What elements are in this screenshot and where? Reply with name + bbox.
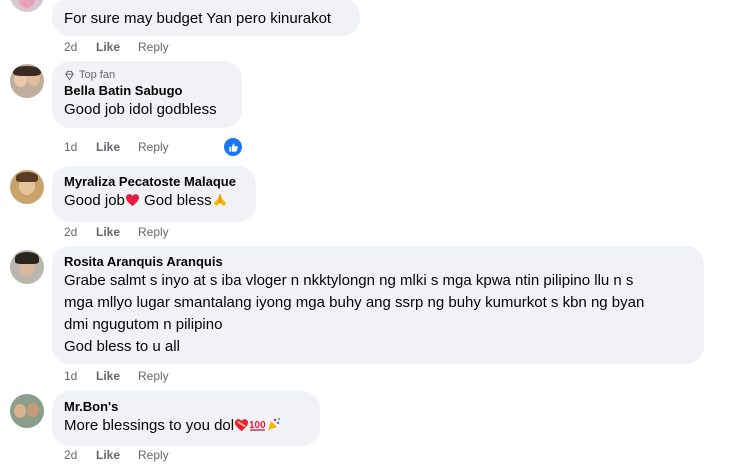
hundred-points-icon: 100 bbox=[249, 420, 266, 431]
comment-actions: 2d Like Reply bbox=[64, 447, 169, 463]
comment-text-part: God bless bbox=[139, 192, 212, 209]
red-heart-icon bbox=[125, 194, 139, 207]
comment-text-part: Good job bbox=[64, 192, 125, 209]
commenter-name[interactable]: Mr.Bon's bbox=[64, 398, 308, 415]
folded-hands-icon bbox=[213, 194, 226, 206]
comment-text-part: More blessings to you dol bbox=[64, 417, 235, 434]
comment-bubble: Mr.Bon's More blessings to you dol 100 bbox=[52, 391, 320, 446]
comment-bubble: Top fan Bella Batin Sabugo Good job idol… bbox=[52, 61, 242, 128]
reply-button[interactable]: Reply bbox=[138, 447, 169, 463]
commenter-name[interactable]: Rosita Aranquis Aranquis bbox=[64, 253, 692, 270]
avatar[interactable] bbox=[10, 64, 44, 98]
comment-text: Good job idol godbless bbox=[64, 101, 217, 118]
comment-timestamp[interactable]: 2d bbox=[64, 224, 96, 240]
like-button[interactable]: Like bbox=[96, 368, 138, 384]
comment-timestamp[interactable]: 2d bbox=[64, 447, 96, 463]
comment-text: Good job God bless bbox=[64, 190, 244, 212]
comment-text: Grabe salmt s inyo at s iba vloger n nkk… bbox=[64, 272, 645, 355]
comment-bubble: For sure may budget Yan pero kinurakot bbox=[52, 0, 360, 36]
comment-timestamp[interactable]: 1d bbox=[64, 368, 96, 384]
commenter-name[interactable]: Bella Batin Sabugo bbox=[64, 82, 230, 99]
comment-actions: 1d Like Reply bbox=[64, 139, 169, 155]
comment-bubble: Myraliza Pecatoste Malaque Good job God … bbox=[52, 166, 256, 222]
comment-timestamp[interactable]: 2d bbox=[64, 39, 96, 55]
reply-button[interactable]: Reply bbox=[138, 39, 169, 55]
comment-text: For sure may budget Yan pero kinurakot bbox=[64, 10, 332, 27]
avatar[interactable] bbox=[10, 394, 44, 428]
commenter-name[interactable]: Myraliza Pecatoste Malaque bbox=[64, 173, 244, 190]
reply-button[interactable]: Reply bbox=[138, 224, 169, 240]
avatar[interactable] bbox=[10, 250, 44, 284]
top-fan-badge: Top fan bbox=[64, 68, 230, 82]
badge-label: Top fan bbox=[79, 69, 116, 81]
like-reaction-icon[interactable] bbox=[222, 136, 244, 158]
comment-timestamp[interactable]: 1d bbox=[64, 139, 96, 155]
comment-actions: 2d Like Reply bbox=[64, 224, 169, 240]
like-button[interactable]: Like bbox=[96, 447, 138, 463]
avatar[interactable] bbox=[10, 0, 44, 12]
reply-button[interactable]: Reply bbox=[138, 368, 169, 384]
like-button[interactable]: Like bbox=[96, 224, 138, 240]
party-popper-icon bbox=[268, 418, 281, 430]
comment-actions: 1d Like Reply bbox=[64, 368, 169, 384]
reply-button[interactable]: Reply bbox=[138, 139, 169, 155]
avatar[interactable] bbox=[10, 170, 44, 204]
diamond-icon bbox=[65, 70, 74, 81]
comment-actions: 2d Like Reply bbox=[64, 39, 169, 55]
like-button[interactable]: Like bbox=[96, 39, 138, 55]
heart-with-ribbon-icon bbox=[235, 419, 249, 432]
like-button[interactable]: Like bbox=[96, 139, 138, 155]
comment-text: More blessings to you dol 100 bbox=[64, 415, 308, 437]
comment-bubble: Rosita Aranquis Aranquis Grabe salmt s i… bbox=[52, 246, 704, 364]
